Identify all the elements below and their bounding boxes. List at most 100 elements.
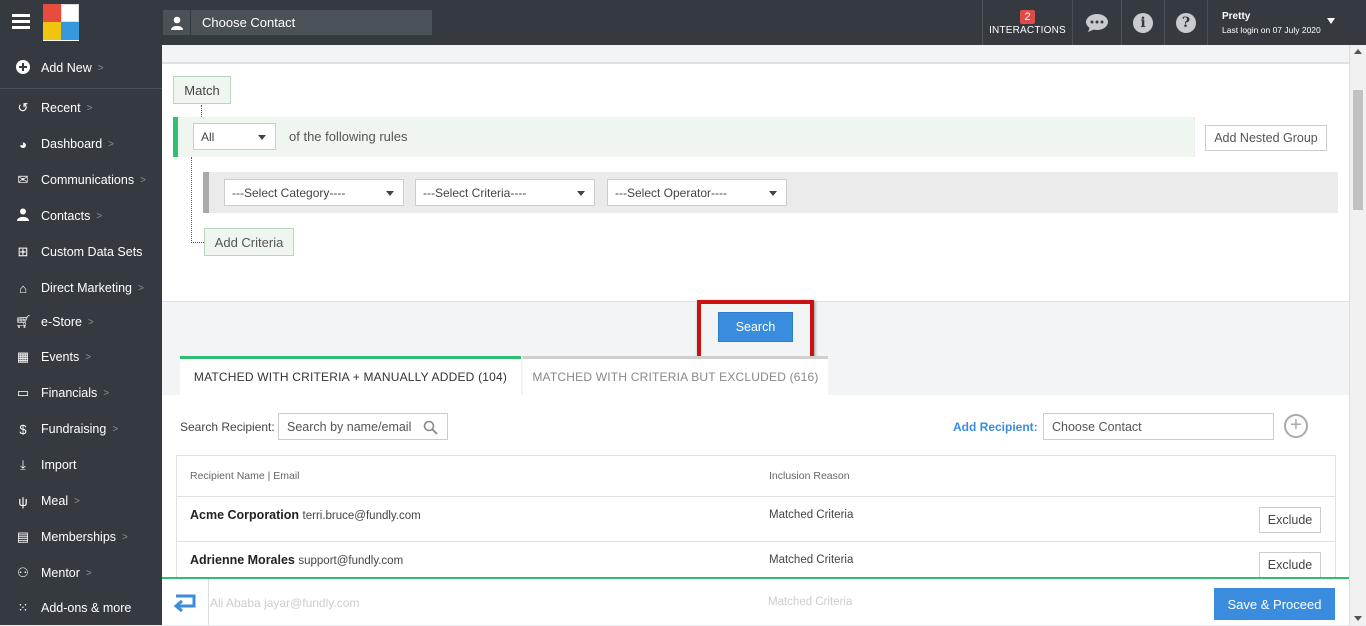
match-button[interactable]: Match — [173, 76, 231, 104]
match-type-value: All — [201, 129, 215, 144]
category-select[interactable]: ---Select Category---- — [224, 179, 404, 206]
envelope-icon: ✉ — [17, 172, 29, 187]
chat-icon — [1086, 13, 1108, 32]
interactions-label: INTERACTIONS — [989, 24, 1066, 36]
match-type-select[interactable]: All — [193, 123, 276, 150]
chevron-right-icon: > — [138, 282, 144, 294]
menu-icon[interactable] — [12, 14, 30, 30]
chevron-right-icon: > — [112, 423, 119, 435]
criteria-placeholder: ---Select Criteria---- — [423, 185, 527, 200]
add-nested-group-button[interactable]: Add Nested Group — [1205, 125, 1327, 151]
sidebar-item-label: Mentor — [41, 566, 80, 580]
sidebar-item-financials[interactable]: ▭ Financials > — [0, 375, 162, 411]
sidebar-item-direct-marketing[interactable]: ⌂ Direct Marketing > — [0, 270, 162, 306]
chevron-right-icon: > — [122, 531, 128, 543]
inclusion-reason: Matched Criteria — [769, 509, 854, 521]
search-recipient-input[interactable]: Search by name/email — [278, 413, 448, 440]
sidebar-item-communications[interactable]: ✉ Communications > — [0, 162, 162, 198]
tree-connector — [191, 157, 192, 243]
sidebar-item-contacts[interactable]: Contacts > — [0, 198, 162, 234]
choose-contact-box[interactable]: Choose Contact — [163, 10, 432, 35]
recipient-email: support@fundly.com — [298, 555, 404, 567]
interactions-button[interactable]: 2 INTERACTIONS — [982, 0, 1072, 45]
cart-icon: 🛒︎ — [15, 314, 32, 329]
info-icon: i — [1133, 12, 1153, 33]
tab-matched[interactable]: MATCHED WITH CRITERIA + MANUALLY ADDED (… — [180, 356, 521, 395]
add-nested-group-area: Add Nested Group — [1194, 117, 1338, 157]
sidebar-item-custom-data-sets[interactable]: ⊞ Custom Data Sets — [0, 234, 162, 270]
sidebar-item-label: e-Store — [41, 315, 82, 329]
app-logo[interactable] — [43, 4, 79, 41]
info-button[interactable]: i — [1121, 0, 1164, 45]
add-recipient-plus-icon[interactable]: + — [1284, 414, 1308, 438]
sidebar-item-recent[interactable]: ↺ Recent > — [0, 90, 162, 126]
sidebar-item-label: Fundraising — [41, 422, 107, 436]
tab-excluded[interactable]: MATCHED WITH CRITERIA BUT EXCLUDED (616) — [523, 356, 828, 395]
add-criteria-button[interactable]: Add Criteria — [204, 228, 294, 256]
caret-down-icon — [386, 191, 394, 196]
sidebar-item-label: Dashboard — [41, 137, 103, 151]
sidebar-divider — [0, 88, 162, 89]
operator-placeholder: ---Select Operator---- — [615, 185, 728, 200]
sidebar-item-meal[interactable]: ψ Meal > — [0, 483, 162, 519]
money-icon: ▭ — [16, 385, 30, 400]
id-card-icon: ▤ — [16, 529, 30, 544]
mail-icon: ⌂ — [19, 280, 27, 296]
sidebar-item-memberships[interactable]: ▤ Memberships > — [0, 519, 162, 555]
add-recipient-label: Add Recipient: — [953, 420, 1038, 434]
sidebar-item-e-store[interactable]: 🛒︎ e-Store > — [0, 304, 162, 340]
sidebar-item-mentor[interactable]: ⚇ Mentor > — [0, 555, 162, 591]
sidebar-item-label: Memberships — [41, 530, 117, 544]
sidebar-item-import[interactable]: ⤓ Import — [0, 447, 162, 483]
chevron-right-icon: > — [103, 387, 110, 399]
sidebar-item-add-ons[interactable]: ⁙ Add-ons & more — [0, 590, 162, 626]
sidebar-item-add-new[interactable]: Add New > — [0, 50, 162, 86]
save-proceed-button[interactable]: Save & Proceed — [1214, 588, 1335, 620]
chevron-right-icon: > — [85, 567, 92, 579]
plus-circle-icon — [15, 59, 31, 77]
calendar-icon: ▦ — [16, 349, 30, 364]
chevron-right-icon: > — [96, 210, 103, 222]
grid-icon: ⁙ — [17, 600, 29, 615]
caret-down-icon — [769, 191, 777, 196]
chevron-right-icon: > — [108, 138, 114, 150]
scroll-up-icon[interactable] — [1354, 49, 1362, 54]
help-button[interactable]: ? — [1164, 0, 1207, 45]
sidebar-item-label: Events — [41, 350, 80, 364]
history-icon: ↺ — [17, 100, 29, 115]
sidebar-item-label: Custom Data Sets — [41, 245, 143, 259]
scrollbar[interactable] — [1349, 45, 1366, 625]
sidebar-item-label: Contacts — [41, 209, 91, 223]
recipient-email: terri.bruce@fundly.com — [302, 510, 421, 522]
user-name: Pretty — [1222, 10, 1251, 22]
criteria-select[interactable]: ---Select Criteria---- — [415, 179, 595, 206]
exclude-button[interactable]: Exclude — [1259, 507, 1321, 533]
chevron-right-icon: > — [86, 102, 93, 114]
chevron-right-icon: > — [74, 495, 80, 507]
import-icon: ⤓ — [20, 457, 26, 472]
chevron-right-icon: > — [140, 174, 146, 186]
user-menu[interactable]: Pretty Last login on 07 July 2020 — [1207, 0, 1347, 45]
chat-button[interactable] — [1072, 0, 1121, 45]
inclusion-reason: Matched Criteria — [769, 554, 854, 566]
column-header-name: Recipient Name | Email — [190, 470, 300, 482]
operator-select[interactable]: ---Select Operator---- — [607, 179, 787, 206]
scrollbar-thumb[interactable] — [1353, 90, 1363, 210]
scroll-down-icon[interactable] — [1354, 616, 1362, 621]
sidebar-item-label: Communications — [41, 173, 135, 187]
highlight-box — [697, 300, 814, 363]
exclude-button[interactable]: Exclude — [1259, 552, 1321, 578]
recipient-name: Ali Ababa — [210, 596, 261, 610]
recipient-name: Acme Corporation — [190, 508, 300, 522]
recipient-name: Adrienne Morales — [190, 553, 295, 567]
sidebar-item-fundraising[interactable]: $ Fundraising > — [0, 411, 162, 447]
sidebar-item-label: Add New — [41, 61, 92, 75]
sidebar-item-events[interactable]: ▦ Events > — [0, 339, 162, 375]
search-icon — [423, 420, 438, 435]
add-recipient-input[interactable]: Choose Contact — [1043, 413, 1274, 440]
back-button[interactable] — [162, 579, 209, 625]
following-rules-text: of the following rules — [289, 129, 408, 144]
add-recipient-placeholder: Choose Contact — [1052, 419, 1142, 434]
sidebar-item-dashboard[interactable]: ◕ Dashboard > — [0, 126, 162, 162]
faded-row-reason: Matched Criteria — [768, 596, 853, 608]
